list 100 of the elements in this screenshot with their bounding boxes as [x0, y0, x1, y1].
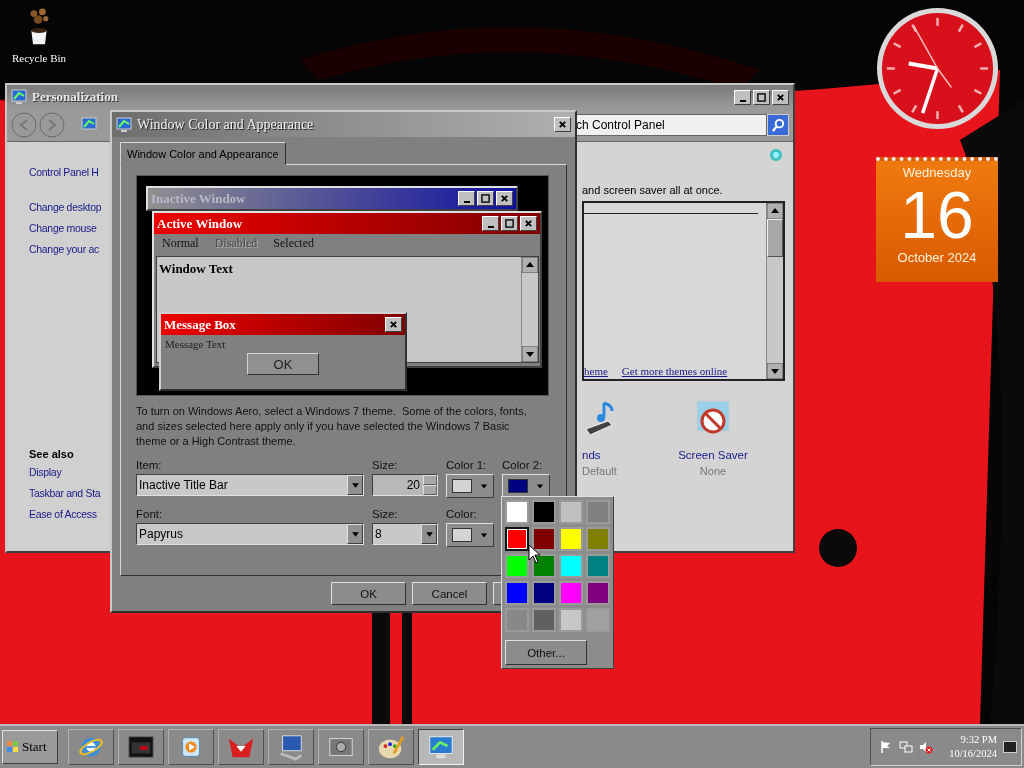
theme-link[interactable]: Get more themes online: [621, 365, 728, 377]
field-label: Font:: [136, 508, 163, 520]
color-swatch[interactable]: [586, 581, 610, 605]
scroll-bar[interactable]: [521, 257, 538, 362]
menu-item[interactable]: Selected: [273, 236, 314, 252]
color-swatch[interactable]: [586, 527, 610, 551]
setting-link[interactable]: nds: [582, 449, 601, 461]
search-button[interactable]: [767, 114, 789, 136]
network-icon[interactable]: [899, 740, 914, 754]
taskbar-button[interactable]: [418, 729, 464, 765]
start-button[interactable]: Start: [2, 730, 58, 764]
color-swatch[interactable]: [586, 500, 610, 524]
maximize-button[interactable]: [753, 89, 770, 105]
description-text: and screen saver all at once.: [582, 184, 724, 196]
font-size-dropdown[interactable]: 8: [372, 523, 438, 545]
sidebar-link[interactable]: Change your ac: [29, 239, 99, 260]
sidebar-link[interactable]: Change mouse: [29, 218, 97, 239]
minimize-button[interactable]: [734, 89, 751, 105]
color-swatch[interactable]: [505, 500, 529, 524]
maximize-button[interactable]: [501, 216, 518, 231]
taskbar-button[interactable]: [368, 729, 414, 765]
close-button[interactable]: [496, 191, 513, 206]
color-swatch[interactable]: [532, 608, 556, 632]
sidebar-link[interactable]: Display: [29, 462, 62, 483]
caret-icon: [479, 481, 488, 491]
ok-button[interactable]: OK: [247, 353, 319, 375]
maximize-button[interactable]: [477, 191, 494, 206]
color-swatch[interactable]: [586, 554, 610, 578]
minimize-button[interactable]: [482, 216, 499, 231]
color-swatch[interactable]: [559, 500, 583, 524]
color-picker-button[interactable]: [502, 474, 550, 498]
speaker-muted-icon[interactable]: [919, 740, 934, 754]
font-dropdown[interactable]: Papyrus: [136, 523, 364, 545]
maximize-icon: [757, 92, 766, 102]
color-swatch[interactable]: [505, 554, 529, 578]
scroll-up-button[interactable]: [767, 203, 783, 219]
close-button[interactable]: [385, 317, 402, 332]
scroll-down-button[interactable]: [767, 363, 783, 379]
setting-link[interactable]: Screen Saver: [678, 449, 748, 461]
sidebar-link[interactable]: Change desktop: [29, 197, 102, 218]
show-desktop-button[interactable]: [1003, 741, 1017, 753]
color-picker-button[interactable]: [446, 474, 494, 498]
squares-icon: [6, 740, 20, 754]
color-swatch[interactable]: [505, 527, 529, 551]
window-text: Window Text: [158, 260, 234, 278]
taskbar-button[interactable]: [168, 729, 214, 765]
close-button[interactable]: [520, 216, 537, 231]
close-button[interactable]: [772, 89, 789, 105]
scroll-down-button[interactable]: [522, 346, 538, 362]
color-swatch[interactable]: [559, 608, 583, 632]
color-picker-button[interactable]: [446, 523, 494, 547]
caret-icon: [479, 530, 488, 540]
menu-item[interactable]: Normal: [162, 236, 199, 252]
dialog-button[interactable]: OK: [331, 582, 406, 605]
color-swatch[interactable]: [532, 554, 556, 578]
maximize-icon: [505, 219, 514, 228]
monitor-icon: [11, 89, 27, 105]
caret-icon: [535, 481, 544, 491]
item-dropdown[interactable]: Inactive Title Bar: [136, 474, 364, 496]
theme-list[interactable]: heme Get more themes online: [582, 201, 785, 381]
color-swatch[interactable]: [559, 554, 583, 578]
monitor-icon: [81, 117, 97, 133]
tab[interactable]: Window Color and Appearance: [120, 142, 286, 165]
dialog-button[interactable]: Cancel: [412, 582, 487, 605]
color-swatch[interactable]: [532, 581, 556, 605]
field-label: Item:: [136, 459, 162, 471]
close-icon: [776, 92, 785, 102]
sidebar-link[interactable]: Taskbar and Sta: [29, 483, 101, 504]
sidebar-link[interactable]: Control Panel H: [29, 162, 99, 183]
other-color-button[interactable]: Other...: [505, 640, 587, 665]
setting-value: Default: [582, 465, 617, 477]
message-box[interactable]: Message Box Message Text OK: [159, 312, 407, 391]
close-button[interactable]: [554, 117, 571, 132]
taskbar-button[interactable]: [318, 729, 364, 765]
scroll-thumb[interactable]: [767, 219, 783, 257]
monitor-icon: [427, 733, 455, 761]
scroll-bar[interactable]: [766, 203, 783, 379]
taskbar-button[interactable]: [268, 729, 314, 765]
day-number: 16: [900, 180, 974, 250]
field-label: Color 1:: [446, 459, 487, 471]
sidebar-link[interactable]: Ease of Access: [29, 504, 97, 525]
taskbar-button[interactable]: [218, 729, 264, 765]
color-swatch[interactable]: [532, 527, 556, 551]
color-swatch[interactable]: [532, 500, 556, 524]
taskbar-button[interactable]: [118, 729, 164, 765]
scroll-up-button[interactable]: [522, 257, 538, 273]
color-swatch[interactable]: [559, 581, 583, 605]
theme-link[interactable]: heme: [584, 365, 608, 377]
taskbar-button[interactable]: [68, 729, 114, 765]
setting-value: None: [699, 465, 727, 477]
desktop-icon-label[interactable]: Recycle Bin: [11, 52, 67, 64]
paint-palette-icon: [377, 733, 405, 761]
weekday: Wednesday: [902, 165, 972, 180]
color-swatch[interactable]: [559, 527, 583, 551]
search-icon: [770, 117, 786, 133]
size-spinner[interactable]: 20: [372, 474, 438, 496]
color-swatch[interactable]: [505, 581, 529, 605]
field-label: Size:: [372, 459, 398, 471]
see-also-heading: See also: [29, 448, 74, 460]
minimize-button[interactable]: [458, 191, 475, 206]
